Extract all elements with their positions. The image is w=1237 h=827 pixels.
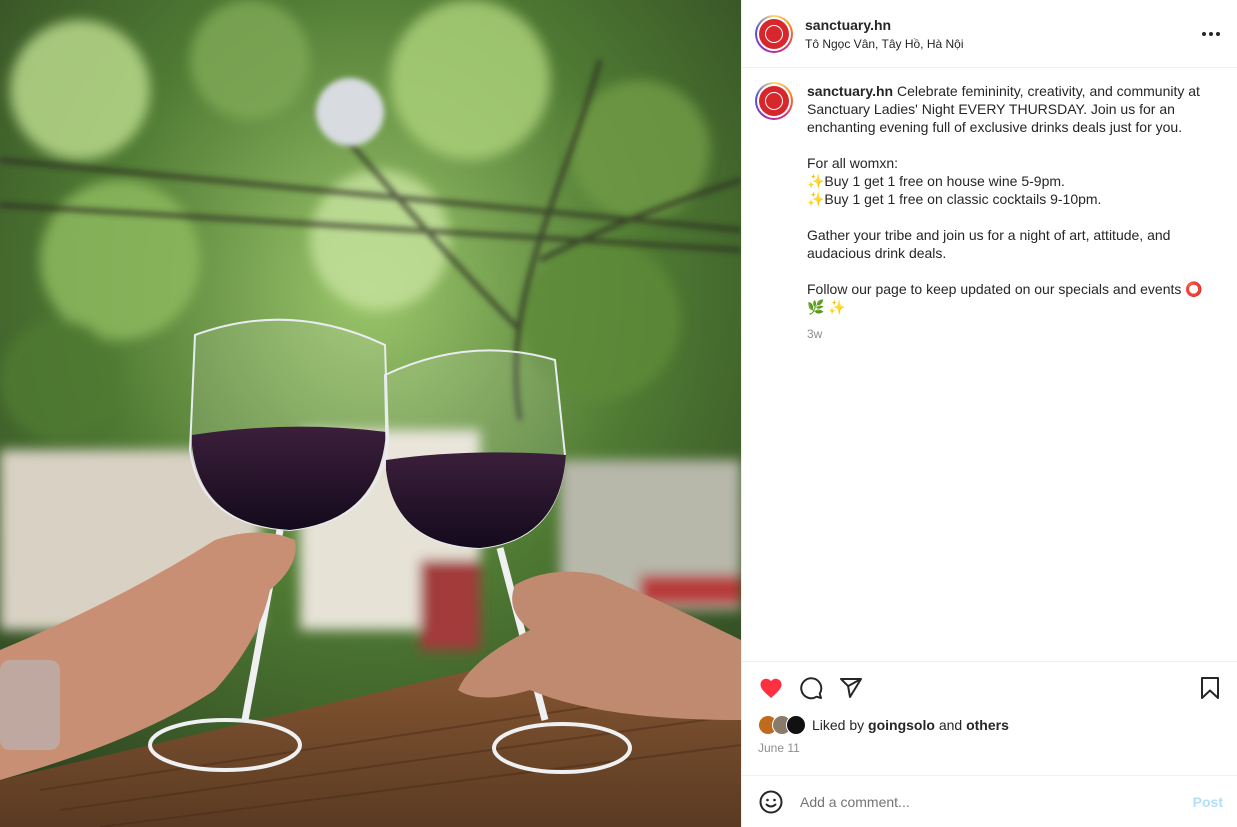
- header-location[interactable]: Tô Ngọc Vân, Tây Hồ, Hà Nội: [805, 37, 1199, 51]
- avatar[interactable]: [755, 14, 793, 53]
- caption-line-2: For all womxn:: [807, 155, 899, 171]
- logo-ring-icon: [765, 92, 783, 110]
- caption-line-8: Follow our page to keep updated on our s…: [807, 281, 1207, 315]
- more-options-button[interactable]: [1199, 22, 1223, 46]
- caption-line-3: ✨Buy 1 get 1 free on house wine 5-9pm.: [807, 173, 1065, 189]
- caption-line-4: ✨Buy 1 get 1 free on classic cocktails 9…: [807, 191, 1102, 207]
- share-button[interactable]: [838, 675, 864, 701]
- post-comment-button[interactable]: Post: [1193, 794, 1223, 810]
- caption-text: sanctuary.hn Celebrate femininity, creat…: [807, 82, 1207, 661]
- comment-icon: [800, 676, 823, 699]
- emoji-button[interactable]: [758, 789, 784, 815]
- brand-logo: [759, 18, 789, 49]
- post-date[interactable]: June 11: [742, 735, 1237, 761]
- more-horizontal-icon: [1202, 31, 1220, 36]
- avatar-ring: [757, 84, 791, 118]
- comment-input[interactable]: [798, 792, 1193, 811]
- heart-filled-icon: [760, 678, 782, 698]
- save-button[interactable]: [1197, 675, 1223, 701]
- brand-logo: [759, 86, 789, 116]
- action-bar: [742, 661, 1237, 713]
- post-photo[interactable]: [0, 0, 741, 827]
- emoji-icon: [759, 790, 783, 813]
- caption-line-0: sanctuary.hn Celebrate femininity, creat…: [807, 82, 1207, 136]
- caption-username[interactable]: sanctuary.hn: [807, 83, 893, 99]
- header-username[interactable]: sanctuary.hn: [805, 17, 1199, 33]
- liked-by-user[interactable]: goingsolo: [868, 717, 935, 733]
- avatar-ring: [757, 16, 791, 51]
- caption-line-7: [807, 262, 1207, 280]
- liked-by-prefix: Liked by: [812, 717, 865, 733]
- comment-button[interactable]: [798, 675, 824, 701]
- logo-ring-icon: [765, 24, 783, 43]
- caption-line-6: Gather your tribe and join us for a nigh…: [807, 227, 1175, 261]
- post-header: sanctuary.hn Tô Ngọc Vân, Tây Hồ, Hà Nội: [742, 0, 1237, 68]
- liker-avatar[interactable]: [786, 715, 806, 735]
- liked-by-connector: and: [938, 717, 963, 733]
- caption-line-1: [807, 136, 1207, 154]
- post-side-panel: sanctuary.hn Tô Ngọc Vân, Tây Hồ, Hà Nội…: [741, 0, 1237, 827]
- comment-bar: Post: [742, 775, 1237, 827]
- liked-by-others[interactable]: others: [966, 717, 1009, 733]
- caption-area: sanctuary.hn Celebrate femininity, creat…: [742, 68, 1237, 661]
- caption-avatar[interactable]: [755, 82, 793, 120]
- like-button[interactable]: [758, 675, 784, 701]
- caption-line-5: [807, 208, 1207, 226]
- likes-summary: Liked by goingsolo and others: [742, 713, 1237, 735]
- share-icon: [840, 677, 862, 698]
- wine-toast-photo: [0, 0, 741, 827]
- header-text: sanctuary.hn Tô Ngọc Vân, Tây Hồ, Hà Nội: [805, 17, 1199, 51]
- instagram-post: sanctuary.hn Tô Ngọc Vân, Tây Hồ, Hà Nội…: [0, 0, 1237, 827]
- bookmark-icon: [1201, 676, 1219, 699]
- liker-avatars: [758, 715, 806, 735]
- caption-time-ago[interactable]: 3w: [807, 325, 1207, 343]
